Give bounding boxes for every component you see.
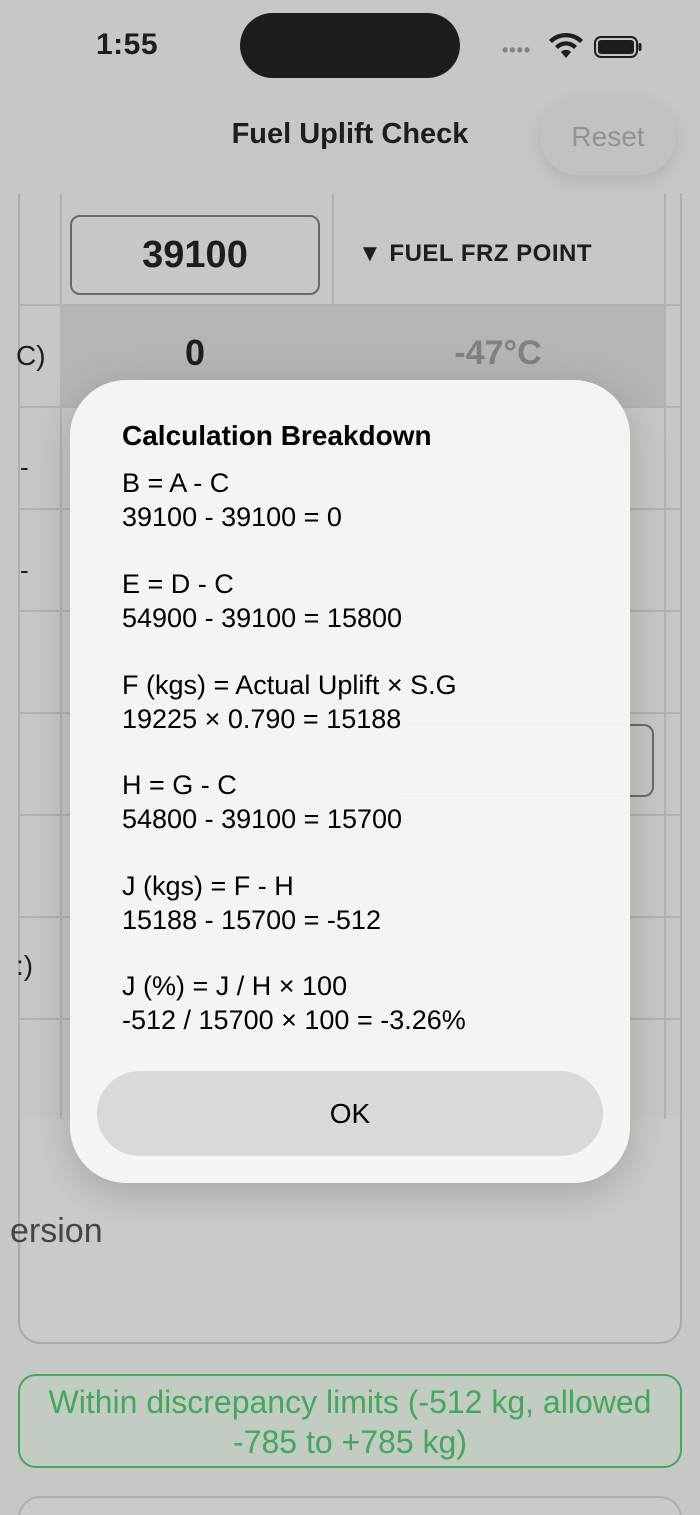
calc-result: 54900 - 39100 = 15800 [122,603,403,633]
alert-title: Calculation Breakdown [122,420,432,451]
calc-formula: B = A - C [122,468,230,498]
calc-formula: J (kgs) = F - H [122,871,294,901]
calc-result: 39100 - 39100 = 0 [122,502,342,532]
calc-formula: F (kgs) = Actual Uplift × S.G [122,670,457,700]
calc-formula: E = D - C [122,569,234,599]
calc-formula: H = G - C [122,770,237,800]
ok-button[interactable]: OK [97,1071,603,1156]
calculation-breakdown-alert: Calculation Breakdown B = A - C 39100 - … [70,380,630,1183]
calc-result: 54800 - 39100 = 15700 [122,804,403,834]
calc-result: 15188 - 15700 = -512 [122,905,381,935]
calc-result: -512 / 15700 × 100 = -3.26% [122,1005,466,1035]
calc-result: 19225 × 0.790 = 15188 [122,704,402,734]
calc-formula: J (%) = J / H × 100 [122,971,348,1001]
